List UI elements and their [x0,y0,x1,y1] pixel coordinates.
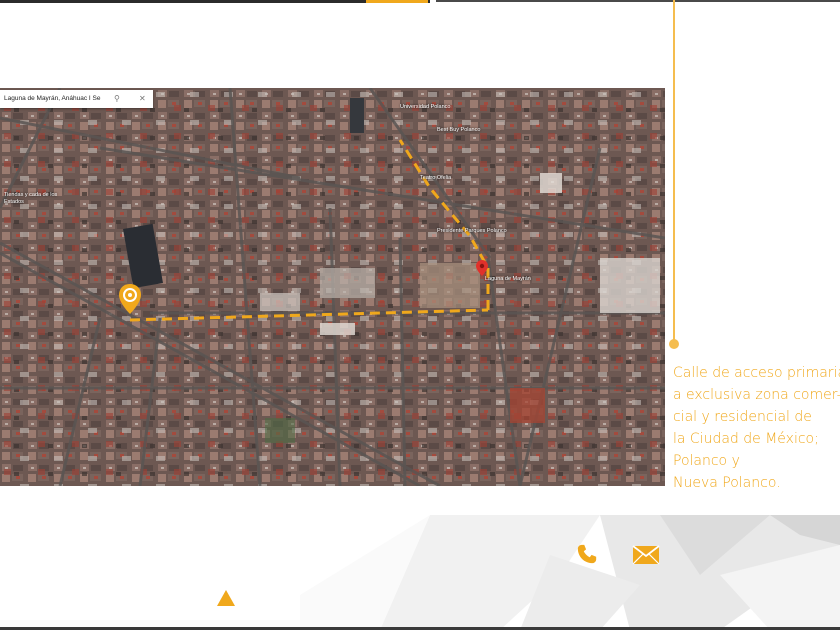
satellite-map[interactable]: Laguna de Mayrán, Anáhuac I Se ⚲ ✕ Unive… [0,88,665,486]
timeline-line [673,0,675,342]
red-pin-icon[interactable] [476,260,488,276]
top-bar-active-indicator [366,0,428,3]
top-bar-right [436,0,840,2]
description-text: Calle de acceso primaria a exclusiva zon… [673,362,840,494]
map-label-tiendas: Tiendas y cada de los Estados [4,192,58,205]
close-icon[interactable]: ✕ [139,90,146,108]
scroll-up-triangle-icon[interactable] [217,590,235,606]
description-line: a exclusiva zona comer- [673,387,840,403]
map-label-presidente: Presidente Parques Polanco [437,228,507,234]
timeline-dot [669,339,679,349]
map-label-univ-polanco: Universidad Polanco [400,104,451,110]
map-imagery [0,88,665,486]
description-line: cial y residencial de [673,409,812,425]
map-label-best-buy: Best Buy Polanco [437,127,481,133]
footer-polygon-background [300,515,840,630]
description-line: Nueva Polanco. [673,475,781,491]
description-line: Calle de acceso primaria [673,365,840,381]
description-line: Polanco y [673,453,740,469]
map-label-destination: Laguna de Mayrán [485,276,531,282]
map-search-box[interactable]: Laguna de Mayrán, Anáhuac I Se ⚲ ✕ [0,90,153,108]
mail-icon[interactable] [632,545,660,565]
phone-icon[interactable] [576,543,598,565]
map-label-teatro: Teatro Ofelia [420,175,452,181]
location-target-icon[interactable] [118,283,142,315]
map-search-text: Laguna de Mayrán, Anáhuac I Se [4,95,101,102]
description-line: la Ciudad de México; [673,431,819,447]
search-icon[interactable]: ⚲ [114,90,120,108]
